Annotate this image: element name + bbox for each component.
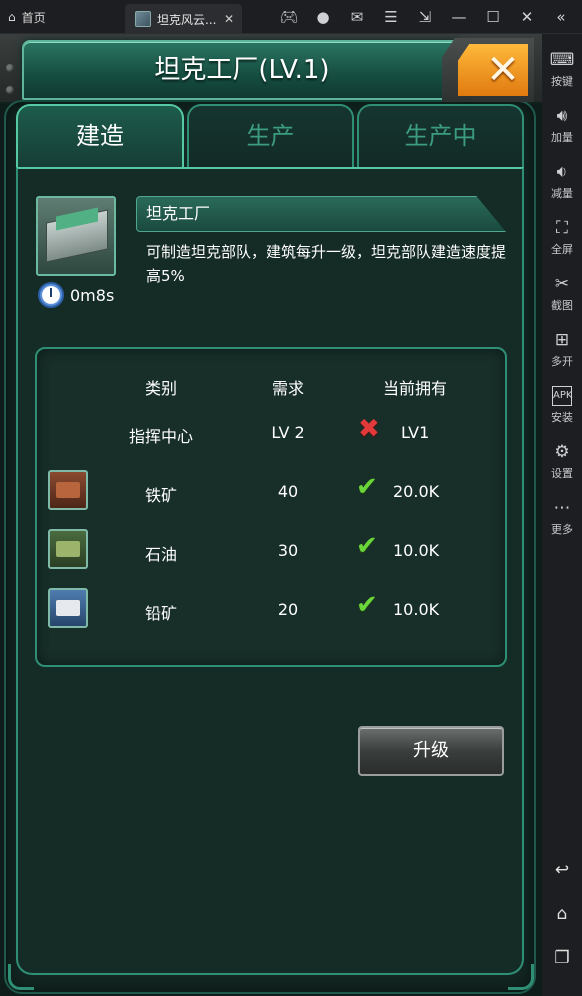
cross-icon: ✖	[358, 414, 380, 444]
sidebar-item-label: 减量	[551, 187, 573, 200]
req-need: 40	[277, 482, 299, 501]
rivet	[6, 86, 14, 94]
emulator-sidebar: ⌨ 按键 🔊︎ 加量 🔉︎ 减量 ⛶ 全屏 ✂ 截图 ⊞ 多开 APK 安装 ⚙…	[542, 34, 582, 996]
req-have: 10.0K	[393, 600, 440, 619]
sidebar-item-label: 按键	[551, 75, 573, 88]
ore-block	[56, 482, 80, 498]
sidebar-item-settings[interactable]: ⚙ 设置	[542, 442, 582, 481]
gear-icon: ⚙	[554, 442, 570, 462]
sidebar-item-label: 设置	[551, 467, 573, 480]
header-category: 类别	[144, 379, 177, 398]
req-name: 铅矿	[144, 604, 177, 623]
sidebar-item-label: 截图	[551, 299, 573, 312]
window-controls: 🎮︎ ● ✉ ☰ ⇲ — ☐ ✕ «	[272, 0, 578, 34]
sidebar-item-label: 多开	[551, 355, 573, 368]
tab-build[interactable]: 建造	[16, 104, 184, 168]
recent-apps-icon[interactable]: ❐	[542, 948, 582, 968]
tab-close-icon[interactable]: ✕	[224, 12, 234, 26]
tab-label: 生产中	[404, 122, 477, 150]
close-icon[interactable]: ✕	[510, 8, 544, 26]
mail-icon[interactable]: ✉	[340, 8, 374, 26]
user-icon[interactable]: ●	[306, 8, 340, 26]
game-tab-label: 坦克风云...	[157, 12, 217, 27]
apk-icon: APK	[552, 386, 572, 406]
req-name: 石油	[144, 545, 177, 564]
oil-icon	[48, 529, 88, 569]
emulator-titlebar: ⌂ 首页 坦克风云... ✕ 🎮︎ ● ✉ ☰ ⇲ — ☐ ✕ «	[0, 0, 582, 34]
upgrade-button[interactable]: 升级	[358, 726, 504, 776]
sidebar-item-label: 全屏	[551, 243, 573, 256]
gamepad-icon[interactable]: 🎮︎	[272, 8, 306, 26]
export-icon[interactable]: ⇲	[408, 8, 442, 26]
building-description: 可制造坦克部队，建筑每升一级，坦克部队建造速度提高5%	[146, 243, 507, 285]
sidebar-item-label: 更多	[551, 523, 573, 536]
maximize-icon[interactable]: ☐	[476, 8, 510, 26]
keyboard-icon: ⌨	[549, 50, 575, 70]
volume-down-icon: 🔉︎	[556, 162, 568, 182]
home-tab[interactable]: ⌂ 首页	[8, 0, 46, 34]
game-app-icon	[135, 11, 151, 27]
game-viewport: 坦克工厂(LV.1) ✕ 建造 生产 生产中 0m8s 坦克工厂 可制造坦克部队…	[0, 34, 542, 996]
menu-icon[interactable]: ☰	[374, 8, 408, 26]
home-icon: ⌂	[8, 10, 16, 24]
sidebar-item-multi-open[interactable]: ⊞ 多开	[542, 330, 582, 369]
tab-in-production[interactable]: 生产中	[357, 104, 524, 168]
sidebar-item-install[interactable]: APK 安装	[542, 386, 582, 425]
close-icon[interactable]: ✕	[478, 44, 528, 96]
oil-barrels	[56, 541, 80, 557]
req-have: 10.0K	[393, 541, 440, 560]
sidebar-item-volume-down[interactable]: 🔉︎ 减量	[542, 162, 582, 201]
req-name: 铁矿	[144, 486, 177, 505]
req-need: 30	[277, 541, 299, 560]
upgrade-button-label: 升级	[413, 740, 449, 761]
frame-corner-left	[8, 964, 34, 990]
req-need: 20	[277, 600, 299, 619]
header-need: 需求	[271, 379, 304, 398]
header-current: 当前拥有	[382, 379, 447, 398]
dialog-title: 坦克工厂(LV.1)	[154, 55, 330, 85]
check-icon: ✔	[356, 590, 378, 620]
scissors-icon: ✂	[554, 274, 570, 294]
sidebar-item-label: 加量	[551, 131, 573, 144]
sidebar-item-fullscreen[interactable]: ⛶ 全屏	[542, 218, 582, 257]
req-have: 20.0K	[393, 482, 440, 501]
iron-ore-icon	[48, 470, 88, 510]
game-tab[interactable]: 坦克风云... ✕	[125, 4, 242, 34]
frame-corner-right	[508, 964, 534, 990]
req-have: LV1	[401, 423, 430, 442]
tank-factory-icon	[36, 196, 116, 276]
sidebar-item-keyboard[interactable]: ⌨ 按键	[542, 50, 582, 89]
minimize-icon[interactable]: —	[442, 8, 476, 26]
lead-ore-icon	[48, 588, 88, 628]
rivet	[6, 64, 14, 72]
req-name: 指挥中心	[128, 427, 193, 446]
home-icon[interactable]: ⌂	[542, 904, 582, 924]
more-icon: ⋯	[553, 498, 571, 518]
sidebar-item-screenshot[interactable]: ✂ 截图	[542, 274, 582, 313]
collapse-icon[interactable]: «	[544, 8, 578, 26]
check-icon: ✔	[356, 531, 378, 561]
check-icon: ✔	[356, 472, 378, 502]
fullscreen-icon: ⛶	[556, 218, 568, 238]
sidebar-item-label: 安装	[551, 411, 573, 424]
sidebar-item-volume-up[interactable]: 🔊︎ 加量	[542, 106, 582, 145]
clock-icon	[38, 282, 64, 308]
build-time: 0m8s	[70, 286, 115, 305]
lead-ingot	[56, 600, 80, 616]
volume-up-icon: 🔊︎	[556, 106, 568, 126]
req-need: LV 2	[271, 423, 305, 442]
back-icon[interactable]: ↩	[542, 860, 582, 880]
multi-open-icon: ⊞	[554, 330, 570, 350]
tab-label: 建造	[76, 122, 124, 150]
building-name: 坦克工厂	[146, 204, 211, 223]
tab-label: 生产	[246, 122, 295, 150]
tab-produce[interactable]: 生产	[187, 104, 354, 168]
sidebar-item-more[interactable]: ⋯ 更多	[542, 498, 582, 537]
home-tab-label: 首页	[21, 10, 46, 25]
